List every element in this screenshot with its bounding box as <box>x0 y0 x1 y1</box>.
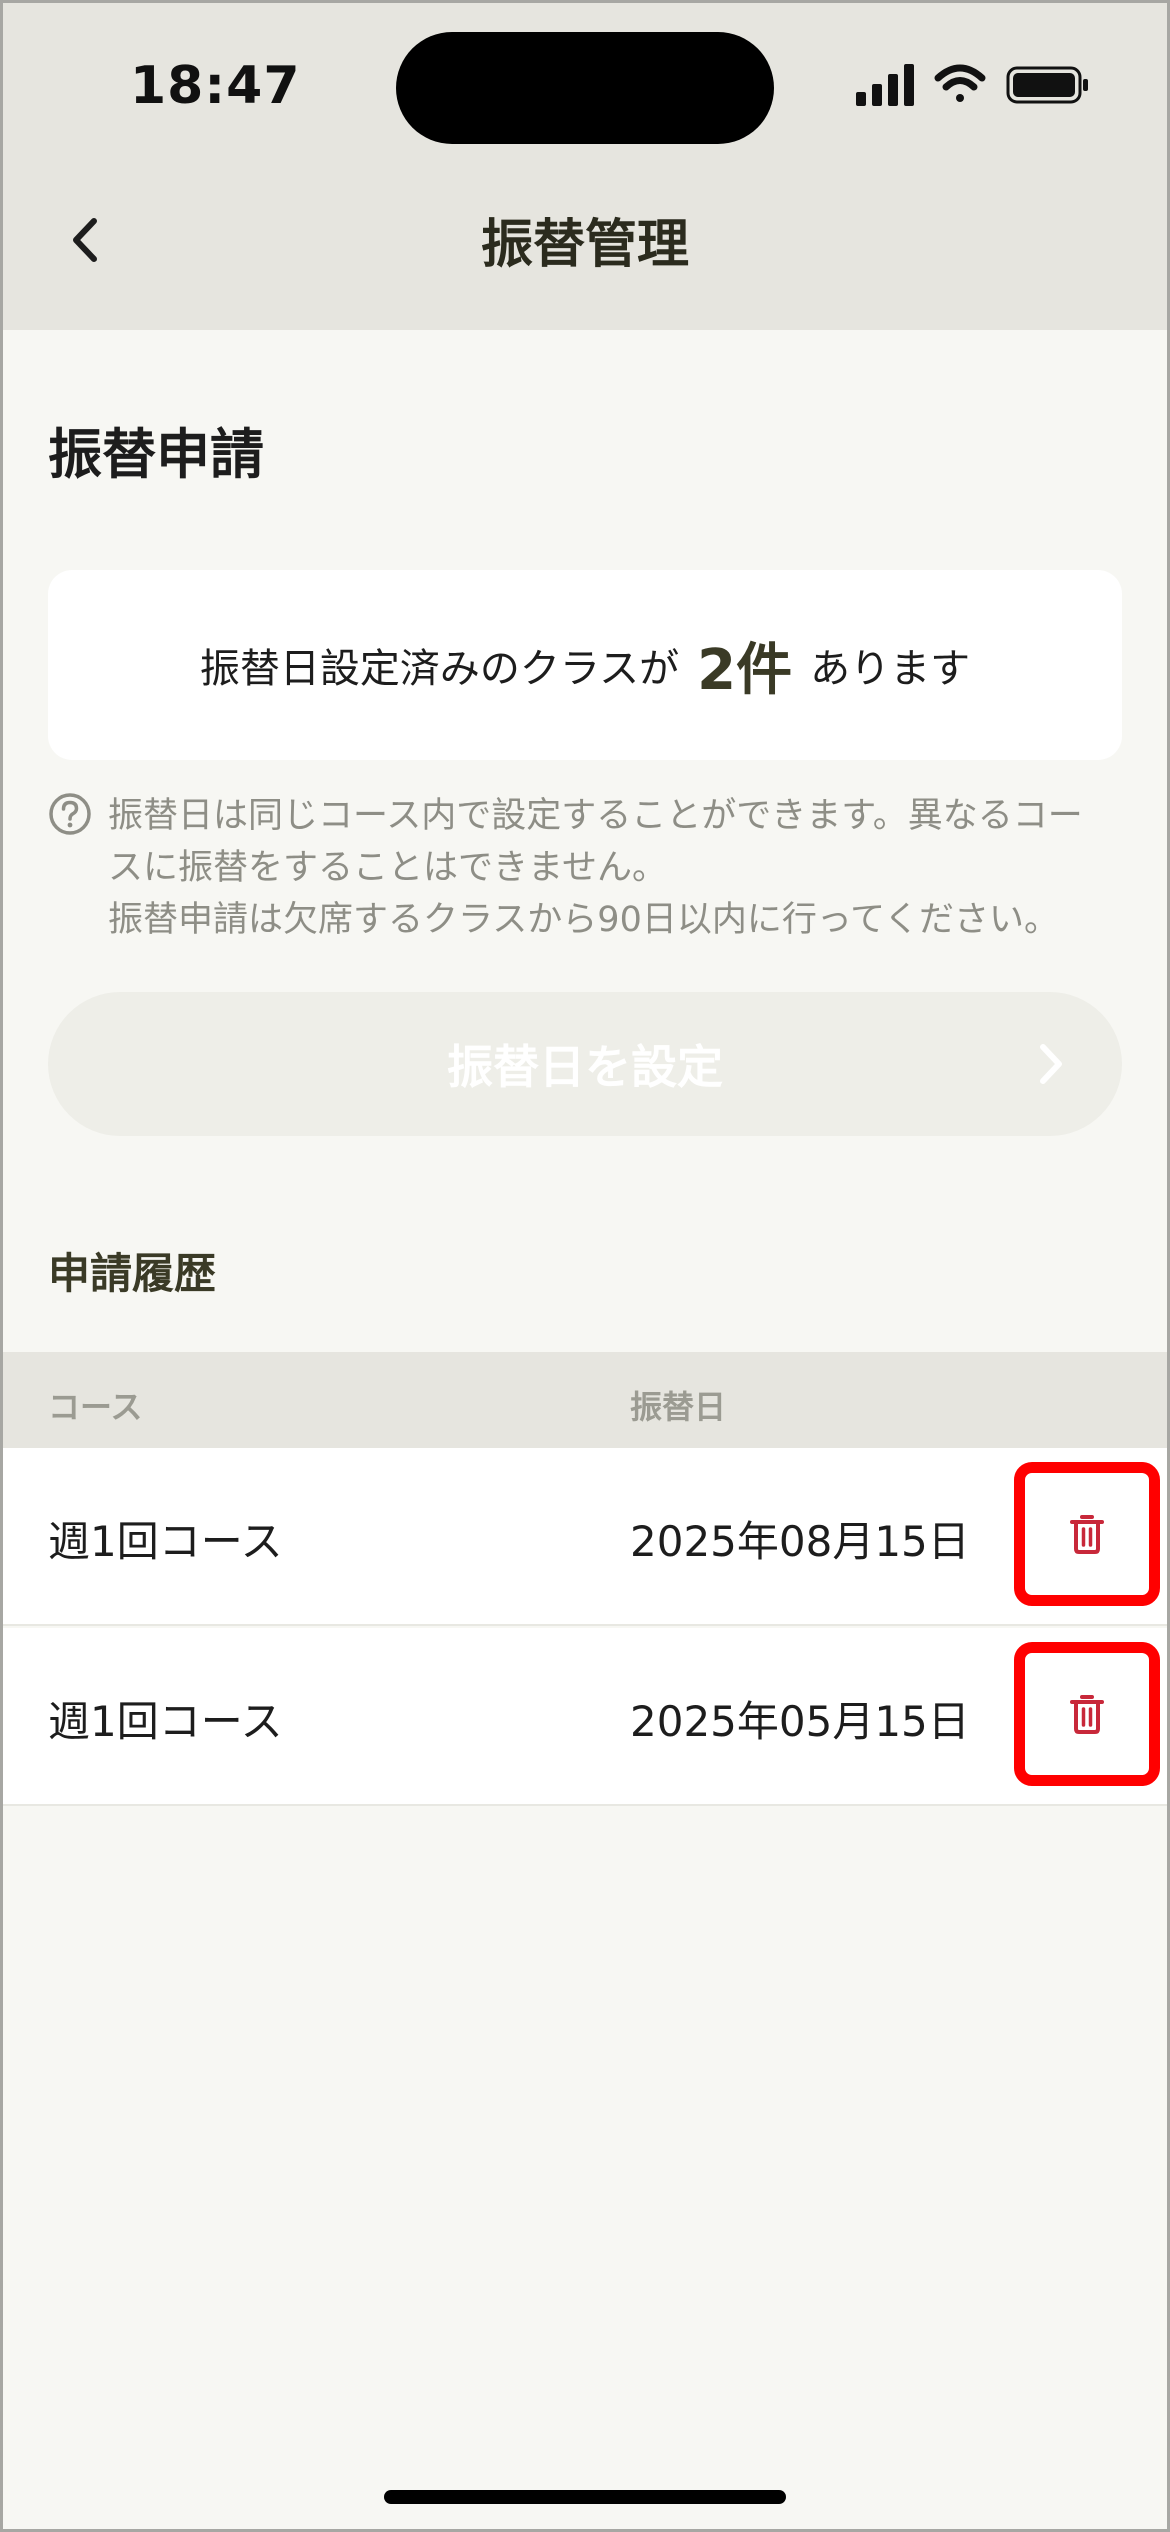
wifi-icon <box>934 64 986 102</box>
signal-icon <box>856 64 914 106</box>
table-row: 週1回コース 2025年08月15日 <box>0 1448 1170 1626</box>
set-transfer-date-label: 振替日を設定 <box>447 1040 723 1094</box>
trash-icon <box>1070 1515 1104 1554</box>
nav-title: 振替管理 <box>480 215 689 275</box>
row-date: 2025年08月15日 <box>630 1517 970 1566</box>
summary-count: 2件 <box>697 637 793 703</box>
delete-button[interactable] <box>1014 1462 1160 1606</box>
info-line: スに振替をすることはできません。 <box>108 848 667 888</box>
status-icons <box>856 64 1088 106</box>
info-text: 振替日は同じコース内で設定することができます。異なるコー スに振替をすることはで… <box>108 790 1083 946</box>
column-header-course: コース <box>48 1388 143 1426</box>
question-circle-icon <box>49 793 91 835</box>
battery-icon <box>1006 66 1088 104</box>
home-indicator[interactable] <box>384 2490 786 2504</box>
history-title: 申請履歴 <box>48 1249 217 1298</box>
header: 18:47 振替管理 <box>0 0 1170 330</box>
row-course: 週1回コース <box>48 1697 283 1746</box>
table-header: コース 振替日 <box>0 1352 1170 1448</box>
info-note: 振替日は同じコース内で設定することができます。異なるコー スに振替をすることはで… <box>48 790 1122 946</box>
summary-text-before: 振替日設定済みのクラスが <box>199 646 680 692</box>
info-line: 振替日は同じコース内で設定することができます。異なるコー <box>108 796 1083 836</box>
column-header-date: 振替日 <box>630 1388 727 1426</box>
row-date: 2025年05月15日 <box>630 1697 970 1746</box>
set-transfer-date-button[interactable]: 振替日を設定 <box>48 992 1122 1136</box>
delete-button[interactable] <box>1014 1642 1160 1786</box>
row-course: 週1回コース <box>48 1517 283 1566</box>
status-time: 18:47 <box>130 56 301 116</box>
summary-card: 振替日設定済みのクラスが 2件 あります <box>48 570 1122 760</box>
section-title: 振替申請 <box>48 423 264 486</box>
summary-text-after: あります <box>810 646 971 692</box>
dynamic-island <box>396 32 774 144</box>
table-row: 週1回コース 2025年05月15日 <box>0 1628 1170 1806</box>
chevron-right-icon <box>1040 1044 1062 1084</box>
info-line: 振替申請は欠席するクラスから90日以内に行ってください。 <box>108 900 1060 940</box>
trash-icon <box>1070 1695 1104 1734</box>
